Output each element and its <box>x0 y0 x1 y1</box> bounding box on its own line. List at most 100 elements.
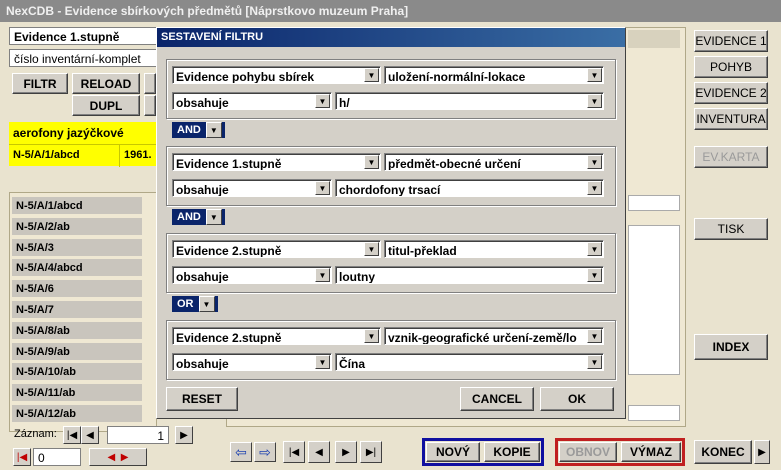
dropdown-arrow-icon[interactable]: ▼ <box>587 242 602 256</box>
dropdown-arrow-icon[interactable]: ▼ <box>315 181 330 195</box>
bottom-navigator: |◀ 0 ◀ ▶ <box>9 448 159 466</box>
dropdown-arrow-icon[interactable]: ▼ <box>315 268 330 282</box>
table-select-value: Evidence pohybu sbírek <box>176 70 315 84</box>
list-item[interactable]: N-5/A/6 <box>12 280 142 300</box>
list-item[interactable]: N-5/A/8/ab <box>12 321 142 341</box>
prev-record-icon[interactable]: ◀ <box>81 426 99 444</box>
table-select[interactable]: Evidence pohybu sbírek ▼ <box>172 66 381 84</box>
back-arrow-icon[interactable]: ⇦ <box>230 442 252 462</box>
dropdown-arrow-icon[interactable]: ▼ <box>587 268 602 282</box>
condition-select[interactable]: obsahuje ▼ <box>172 353 332 371</box>
condition-select-value: obsahuje <box>176 270 229 284</box>
value-select[interactable]: h/ ▼ <box>335 92 604 110</box>
dropdown-arrow-icon[interactable]: ▼ <box>364 155 379 169</box>
forward-arrow-icon[interactable]: ⇨ <box>254 442 276 462</box>
list-item[interactable]: N-5/A/12/ab <box>12 405 142 424</box>
field-select[interactable]: uložení-normální-lokace ▼ <box>384 66 604 84</box>
dropdown-arrow-icon[interactable]: ▼ <box>315 94 330 108</box>
record-id: N-5/A/1/abcd <box>13 149 80 161</box>
condition-select-value: obsahuje <box>176 357 229 371</box>
pohyb-button[interactable]: POHYB <box>694 56 768 78</box>
reload-button[interactable]: RELOAD <box>72 73 140 94</box>
next-record-icon[interactable]: ▶ <box>175 426 193 444</box>
list-item[interactable]: N-5/A/2/ab <box>12 217 142 237</box>
ok-button[interactable]: OK <box>540 387 614 411</box>
last-page-icon[interactable]: ▶| <box>360 441 382 463</box>
dropdown-arrow-icon[interactable]: ▼ <box>587 155 602 169</box>
cancel-button[interactable]: CANCEL <box>460 387 534 411</box>
bottom-number[interactable]: 0 <box>33 448 81 466</box>
sort-field[interactable]: číslo inventární-komplet <box>9 49 159 67</box>
field-select[interactable]: předmět-obecné určení ▼ <box>384 153 604 171</box>
extra-button[interactable] <box>144 73 156 94</box>
value-select[interactable]: chordofony trsací ▼ <box>335 179 604 197</box>
dropdown-arrow-icon[interactable]: ▼ <box>587 181 602 195</box>
first-record-icon[interactable]: |◀ <box>63 426 81 444</box>
first-icon[interactable]: |◀ <box>13 448 31 466</box>
filtr-button[interactable]: FILTR <box>12 73 68 94</box>
evidence-select[interactable]: Evidence 1.stupně <box>9 27 159 45</box>
dropdown-arrow-icon[interactable]: ▼ <box>315 355 330 369</box>
value-select-value: h/ <box>339 96 350 110</box>
dropdown-arrow-icon[interactable]: ▼ <box>205 122 222 138</box>
record-year: 1961. <box>119 145 159 167</box>
logic-operator-select[interactable]: AND ▼ <box>172 122 225 138</box>
obnov-button[interactable]: OBNOV <box>559 442 617 462</box>
dropdown-arrow-icon[interactable]: ▼ <box>364 329 379 343</box>
condition-select[interactable]: obsahuje ▼ <box>172 179 332 197</box>
filter-condition-group: Evidence 2.stupně ▼ titul-překlad ▼ obsahuje… <box>166 233 616 293</box>
novy-button[interactable]: NOVÝ <box>426 442 480 462</box>
field-select-value: vznik-geografické určení-země/lo <box>388 331 577 345</box>
field-select[interactable]: titul-překlad ▼ <box>384 240 604 258</box>
field-select[interactable]: vznik-geografické určení-země/lo ▼ <box>384 327 604 345</box>
record-id-row: N-5/A/1/abcd 1961. <box>9 144 159 167</box>
konec-button[interactable]: KONEC <box>694 440 752 464</box>
condition-select[interactable]: obsahuje ▼ <box>172 266 332 284</box>
kopie-button[interactable]: KOPIE <box>484 442 540 462</box>
first-page-icon[interactable]: |◀ <box>283 441 305 463</box>
nav-arrows[interactable]: ◀ ▶ <box>89 448 147 466</box>
dropdown-arrow-icon[interactable]: ▼ <box>364 68 379 82</box>
dropdown-arrow-icon[interactable]: ▼ <box>587 355 602 369</box>
list-item[interactable]: N-5/A/9/ab <box>12 342 142 362</box>
dupl-button[interactable]: DUPL <box>72 95 140 116</box>
dropdown-arrow-icon[interactable]: ▼ <box>364 242 379 256</box>
logic-operator-select[interactable]: OR ▼ <box>172 296 218 312</box>
inventura-button[interactable]: INVENTURA <box>694 108 768 130</box>
dropdown-arrow-icon[interactable]: ▼ <box>587 329 602 343</box>
table-select[interactable]: Evidence 2.stupně ▼ <box>172 240 381 258</box>
list-item[interactable]: N-5/A/1/abcd <box>12 197 142 216</box>
tisk-button[interactable]: TISK <box>694 218 768 240</box>
dropdown-arrow-icon[interactable]: ▼ <box>205 209 222 225</box>
dropdown-arrow-icon[interactable]: ▼ <box>587 68 602 82</box>
list-item[interactable]: N-5/A/3 <box>12 238 142 258</box>
condition-select[interactable]: obsahuje ▼ <box>172 92 332 110</box>
next-page-icon[interactable]: ▶ <box>335 441 357 463</box>
vymaz-button[interactable]: VÝMAZ <box>621 442 681 462</box>
list-item[interactable]: N-5/A/4/abcd <box>12 259 142 279</box>
right-arrow-icon: ▶ <box>120 451 129 463</box>
table-select[interactable]: Evidence 1.stupně ▼ <box>172 153 381 171</box>
list-item[interactable]: N-5/A/10/ab <box>12 363 142 383</box>
reset-button[interactable]: RESET <box>166 387 238 411</box>
evidence2-button[interactable]: EVIDENCE 2 <box>694 82 768 104</box>
dropdown-arrow-icon[interactable]: ▼ <box>587 94 602 108</box>
evidence1-button[interactable]: EVIDENCE 1 <box>694 30 768 52</box>
list-item[interactable]: N-5/A/11/ab <box>12 384 142 404</box>
table-select[interactable]: Evidence 2.stupně ▼ <box>172 327 381 345</box>
konec-arrow-icon[interactable]: ▶ <box>754 440 770 464</box>
condition-select-value: obsahuje <box>176 183 229 197</box>
record-number[interactable]: 1 <box>107 426 169 444</box>
index-button[interactable]: INDEX <box>694 334 768 360</box>
evkarta-button[interactable]: EV.KARTA <box>694 146 768 168</box>
filter-dialog: SESTAVENÍ FILTRU Evidence pohybu sbírek ▼… <box>156 27 626 419</box>
prev-page-icon[interactable]: ◀ <box>308 441 330 463</box>
left-arrow-icon: ◀ <box>107 451 116 463</box>
value-select[interactable]: loutny ▼ <box>335 266 604 284</box>
logic-operator-select[interactable]: AND ▼ <box>172 209 225 225</box>
extra-button-2[interactable] <box>144 95 156 116</box>
list-item[interactable]: N-5/A/7 <box>12 301 142 320</box>
dropdown-arrow-icon[interactable]: ▼ <box>198 296 215 312</box>
value-select[interactable]: Čína ▼ <box>335 353 604 371</box>
filter-condition-group: Evidence pohybu sbírek ▼ uložení-normální-… <box>166 59 616 119</box>
